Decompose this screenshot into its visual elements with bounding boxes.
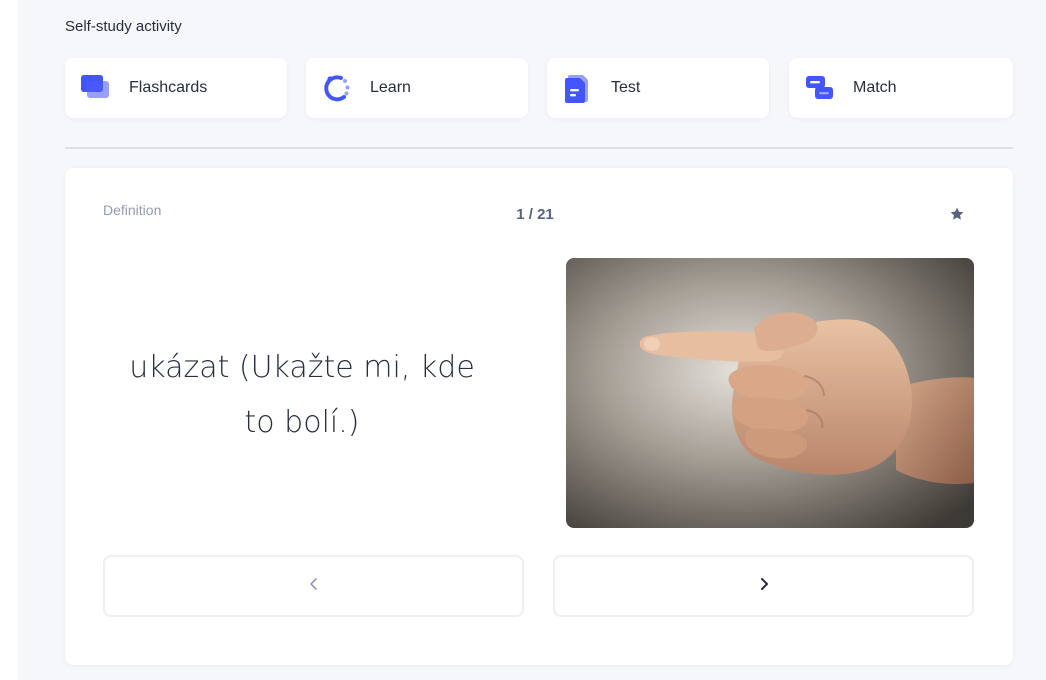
learn-icon	[320, 72, 352, 104]
section-divider	[65, 147, 1013, 149]
mode-label-learn: Learn	[370, 79, 411, 96]
mode-label-match: Match	[853, 79, 897, 96]
study-page: Self-study activity Flashcards Learn Tes…	[18, 0, 1046, 680]
card-counter: 1 / 21	[516, 206, 554, 223]
chevron-left-icon	[307, 577, 321, 596]
mode-label-test: Test	[611, 79, 641, 96]
star-button[interactable]	[945, 204, 969, 228]
chevron-right-icon	[757, 577, 771, 596]
section-title: Self-study activity	[65, 18, 182, 35]
card-side-label: Definition	[103, 202, 162, 218]
card-term-line-2: to bolí.)	[244, 405, 360, 440]
test-icon	[561, 72, 593, 104]
mode-tile-flashcards[interactable]: Flashcards	[65, 58, 287, 118]
card-term-line-1: ukázat (Ukažte mi, kde	[129, 350, 475, 385]
flashcard[interactable]: Definition 1 / 21 ukázat (Ukažte mi, kde…	[65, 168, 1013, 665]
previous-card-button[interactable]	[103, 555, 524, 617]
mode-label-flashcards: Flashcards	[129, 79, 208, 96]
mode-tile-learn[interactable]: Learn	[306, 58, 528, 118]
flashcards-icon	[79, 72, 111, 104]
card-term: ukázat (Ukažte mi, kde to bolí.)	[101, 340, 503, 450]
star-icon	[949, 206, 965, 227]
mode-tile-test[interactable]: Test	[547, 58, 769, 118]
next-card-button[interactable]	[553, 555, 974, 617]
mode-tile-match[interactable]: Match	[789, 58, 1013, 118]
match-icon	[803, 72, 835, 104]
pointing-hand-photo	[566, 258, 974, 528]
